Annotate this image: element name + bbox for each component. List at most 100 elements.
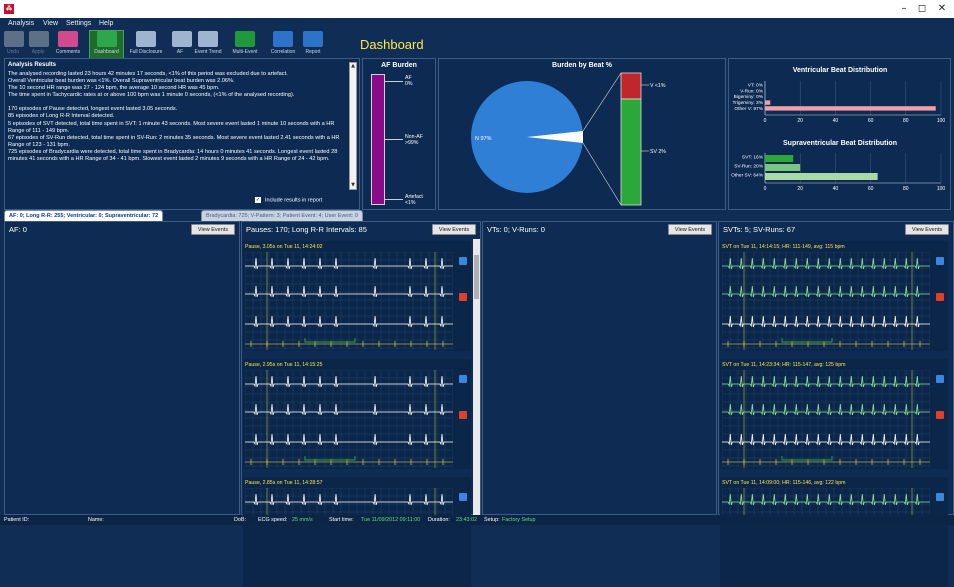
stack-sv-segment xyxy=(620,98,642,206)
comment-icon xyxy=(58,31,78,47)
title-bar: ⁂ – ◻ ✕ xyxy=(0,0,954,18)
delete-event-icon[interactable] xyxy=(936,293,944,301)
bar xyxy=(765,106,936,111)
toolbar-label: Multi-Event xyxy=(232,49,258,55)
af-burden-panel: AF Burden AF 0% Non-AF >99% Artefact <1% xyxy=(362,58,436,210)
scroll-down-icon[interactable]: ▼ xyxy=(350,182,356,189)
burden-by-beat-title: Burden by Beat % xyxy=(552,62,612,69)
menu-help[interactable]: Help xyxy=(99,20,113,27)
ecg-strip-caption: Pause, 2.95s on Tue 11, 14:15:25 xyxy=(245,362,323,368)
include-in-report-checkbox[interactable]: ✓ Include results in report xyxy=(255,197,322,203)
report-button[interactable]: Report xyxy=(303,31,323,58)
pauses-scrollbar[interactable] xyxy=(473,239,480,516)
analysis-scrollbar[interactable]: ▲ ▼ xyxy=(349,62,357,190)
analysis-results-header: Analysis Results xyxy=(8,62,57,68)
dob-label: DoB: xyxy=(234,517,246,523)
event-trend-icon xyxy=(198,31,218,47)
pauses-column-title: Pauses: 170; Long R-R Intervals: 85 xyxy=(246,225,367,234)
menu-view[interactable]: View xyxy=(43,20,58,27)
add-to-report-icon[interactable] xyxy=(459,375,467,383)
toolbar-label: Dashboard xyxy=(94,49,119,55)
correlation-icon xyxy=(273,31,293,47)
pie-n-label: N 97% xyxy=(475,136,492,142)
add-to-report-icon[interactable] xyxy=(936,375,944,383)
ecg-strip[interactable]: Pause, 2.85s on Tue 11, 14:28:57 xyxy=(243,477,471,587)
ecg-strip-caption: Pause, 2.85s on Tue 11, 14:28:57 xyxy=(245,480,323,486)
start-time-value: Tue 11/09/2012 09:11:00 xyxy=(361,517,421,523)
category-label: Bigeminy: 0% xyxy=(734,94,764,100)
add-to-report-icon[interactable] xyxy=(459,493,467,501)
add-to-report-icon[interactable] xyxy=(936,257,944,265)
add-to-report-icon[interactable] xyxy=(459,257,467,265)
svts-view-events-button[interactable]: View Events xyxy=(905,224,949,235)
menu-analysis[interactable]: Analysis xyxy=(8,20,34,27)
delete-event-icon[interactable] xyxy=(936,411,944,419)
svts-column: SVTs: 5; SV-Runs: 67 View Events SVT on … xyxy=(718,221,954,587)
category-label: SVT: 16% xyxy=(742,155,764,161)
stack-v-segment xyxy=(620,72,642,100)
toolbar-label: Undo xyxy=(7,49,19,55)
menu-settings[interactable]: Settings xyxy=(66,20,91,27)
svts-column-title: SVTs: 5; SV-Runs: 67 xyxy=(723,225,796,234)
af-icon xyxy=(172,31,192,47)
toolbar-label: Report xyxy=(305,49,321,55)
vts-column-title: VTs: 0; V-Runs: 0 xyxy=(487,225,545,234)
setup-label: Setup: xyxy=(484,517,500,523)
ecg-strip[interactable]: SVT on Tue 11, 14:23:34; HR: 115-147, av… xyxy=(720,359,948,469)
tab-af-longrr-ventricular-supraventricular[interactable]: AF: 0; Long R-R: 255; Ventricular: 0; Su… xyxy=(4,210,164,221)
bar xyxy=(765,173,878,180)
af-burden-bar xyxy=(371,74,385,205)
scroll-up-icon[interactable]: ▲ xyxy=(350,63,356,70)
scrollbar-thumb[interactable] xyxy=(474,255,479,299)
ecg-strip[interactable]: Pause, 3.05s on Tue 11, 14:24:02 xyxy=(243,241,471,351)
close-button[interactable]: ✕ xyxy=(934,2,950,16)
correlation-button[interactable]: Correlation xyxy=(267,31,299,58)
af-label: AF 0% xyxy=(405,75,413,87)
ecg-trace xyxy=(722,252,930,350)
duration-value: 23:43:02 xyxy=(456,517,477,523)
add-to-report-icon[interactable] xyxy=(936,493,944,501)
event-trend-button[interactable]: Event Trend xyxy=(194,31,222,58)
undo-button[interactable]: Undo xyxy=(4,31,24,58)
vts-column: VTs: 0; V-Runs: 0 View Events xyxy=(482,221,717,515)
comments-button[interactable]: Comments xyxy=(52,31,84,58)
af-column-title: AF: 0 xyxy=(9,225,27,234)
bar xyxy=(765,100,771,105)
analysis-line: The analysed recording lasted 23 hours 4… xyxy=(8,71,288,77)
multi-event-button[interactable]: Multi-Event xyxy=(228,31,262,58)
tick-label: 60 xyxy=(868,118,874,124)
delete-event-icon[interactable] xyxy=(459,411,467,419)
af-button[interactable]: AF xyxy=(172,31,192,58)
app-logo-icon: ⁂ xyxy=(4,4,14,14)
toolbar-label: Correlation xyxy=(270,49,296,55)
pie-connector-top xyxy=(582,72,622,132)
minimize-button[interactable]: – xyxy=(896,2,912,16)
analysis-results-panel: Analysis Results The analysed recording … xyxy=(4,58,360,210)
category-label: Trigeminy: 3% xyxy=(733,100,764,106)
vts-view-events-button[interactable]: View Events xyxy=(668,224,712,235)
full-disclosure-button[interactable]: Full Disclosure xyxy=(125,31,167,58)
apply-button[interactable]: Apply xyxy=(29,31,49,58)
ecg-strip[interactable]: SVT on Tue 11, 14:09:00; HR: 115-146, av… xyxy=(720,477,948,587)
ecg-strip[interactable]: SVT on Tue 11, 14:14:15; HR: 111-149, av… xyxy=(720,241,948,351)
ecg-speed-label: ECG speed: xyxy=(258,517,288,523)
delete-event-icon[interactable] xyxy=(459,293,467,301)
pauses-strip-list: Pause, 3.05s on Tue 11, 14:24:02 Pause, 2… xyxy=(242,239,480,587)
burden-by-beat-chart: N 97% V <1% SV 2% xyxy=(471,72,666,206)
af-view-events-button[interactable]: View Events xyxy=(191,224,235,235)
pauses-view-events-button[interactable]: View Events xyxy=(432,224,476,235)
category-label: Other V: 97% xyxy=(734,106,763,112)
dashboard-button[interactable]: Dashboard xyxy=(89,30,124,59)
pauses-column: Pauses: 170; Long R-R Intervals: 85 View… xyxy=(241,221,481,587)
chart-title: Ventricular Beat Distribution xyxy=(793,67,888,74)
ecg-strip[interactable]: Pause, 2.95s on Tue 11, 14:15:25 xyxy=(243,359,471,469)
tab-bradycardia-vpattern-events[interactable]: Bradycardia: 725; V-Pattern: 3; Patient … xyxy=(201,210,363,221)
category-label: Other SV: 64% xyxy=(731,173,764,179)
checkbox-icon[interactable]: ✓ xyxy=(255,197,261,203)
beat-distribution-panel: Ventricular Beat Distribution 0 20 40 60 80 10… xyxy=(728,58,951,210)
analysis-line: 5 episodes of SVT detected, total time s… xyxy=(8,120,335,134)
tick-label: 0 xyxy=(764,118,767,124)
restore-button[interactable]: ◻ xyxy=(914,2,930,16)
status-bar: Patient ID: Name: DoB: ECG speed: 25 mm/… xyxy=(0,515,954,525)
artefact-leader-line xyxy=(385,199,403,200)
